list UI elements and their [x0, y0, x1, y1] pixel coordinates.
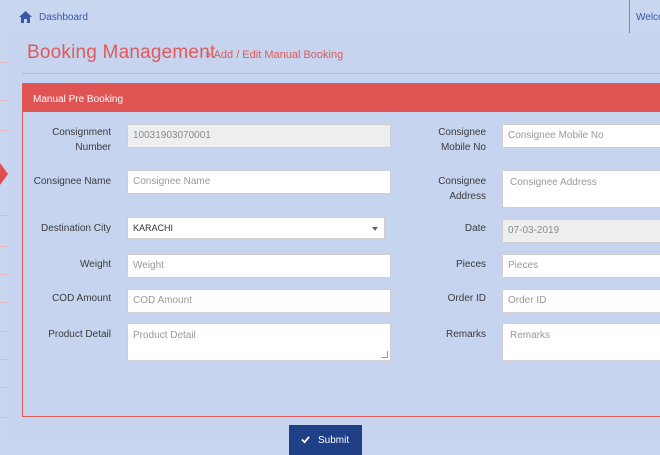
resize-handle-icon[interactable]: [381, 351, 388, 358]
chevron-down-icon: [372, 227, 378, 231]
date-label: Date: [464, 223, 486, 234]
consignee-mobile-input[interactable]: Consignee Mobile No: [502, 124, 660, 148]
cod-amount-input[interactable]: COD Amount: [127, 289, 391, 313]
sidebar-divider: [0, 302, 8, 303]
sidebar-divider: [0, 331, 8, 332]
cod-amount-label: COD Amount: [52, 293, 111, 304]
consignment-number-label: Consignment Number: [52, 127, 111, 153]
product-detail-label: Product Detail: [48, 329, 111, 340]
breadcrumb-dashboard[interactable]: Dashboard: [39, 12, 88, 23]
submit-label: Submit: [318, 435, 350, 446]
order-id-input[interactable]: Order ID: [502, 289, 660, 313]
page-subtitle: » Add / Edit Manual Booking: [205, 49, 344, 61]
remarks-textarea[interactable]: Remarks: [502, 323, 660, 361]
page-title: Booking Management: [27, 42, 216, 63]
sidebar-strip: [0, 0, 8, 440]
sidebar-divider: [0, 130, 8, 131]
manual-pre-booking-card: Manual Pre Booking Consignment Number Co…: [22, 83, 660, 455]
welcome-user-menu[interactable]: Welco: [629, 0, 660, 33]
order-id-label: Order ID: [447, 293, 486, 304]
consignee-name-input[interactable]: Consignee Name: [127, 170, 391, 194]
home-icon[interactable]: [19, 11, 32, 23]
sidebar-divider: [0, 246, 8, 247]
sidebar-active-arrow-icon: [0, 163, 8, 185]
remarks-label: Remarks: [445, 329, 486, 340]
product-detail-textarea[interactable]: Product Detail: [127, 323, 391, 361]
consignee-address-label: Consignee Address: [438, 176, 486, 202]
consignee-address-textarea[interactable]: Consignee Address: [502, 170, 660, 208]
pieces-input[interactable]: Pieces: [502, 254, 660, 278]
sidebar-divider: [0, 359, 8, 360]
consignee-mobile-label: Consignee Mobile No: [438, 127, 486, 153]
sidebar-divider: [0, 417, 8, 418]
destination-city-value: KARACHI: [133, 223, 174, 233]
consignee-name-label: Consignee Name: [33, 176, 111, 187]
card-header: Manual Pre Booking: [23, 84, 660, 112]
sidebar-divider: [0, 274, 8, 275]
submit-button[interactable]: Submit: [289, 425, 362, 455]
consignment-number-field[interactable]: 10031903070001: [127, 124, 391, 148]
top-bar: Dashboard Welco: [0, 0, 660, 33]
sidebar-divider: [0, 62, 8, 63]
product-detail-placeholder: Product Detail: [133, 330, 196, 341]
destination-city-select[interactable]: KARACHI: [127, 217, 385, 239]
main-content: Booking Management » Add / Edit Manual B…: [8, 33, 660, 455]
date-field[interactable]: 07-03-2019: [502, 219, 660, 243]
sidebar-divider: [0, 215, 8, 216]
pieces-label: Pieces: [455, 259, 486, 270]
sidebar-divider: [0, 387, 8, 388]
destination-city-label: Destination City: [40, 223, 111, 234]
sidebar-divider: [0, 100, 8, 101]
card-title: Manual Pre Booking: [33, 94, 124, 105]
weight-label: Weight: [80, 259, 111, 270]
header-divider: [22, 73, 660, 74]
weight-input[interactable]: Weight: [127, 254, 391, 278]
